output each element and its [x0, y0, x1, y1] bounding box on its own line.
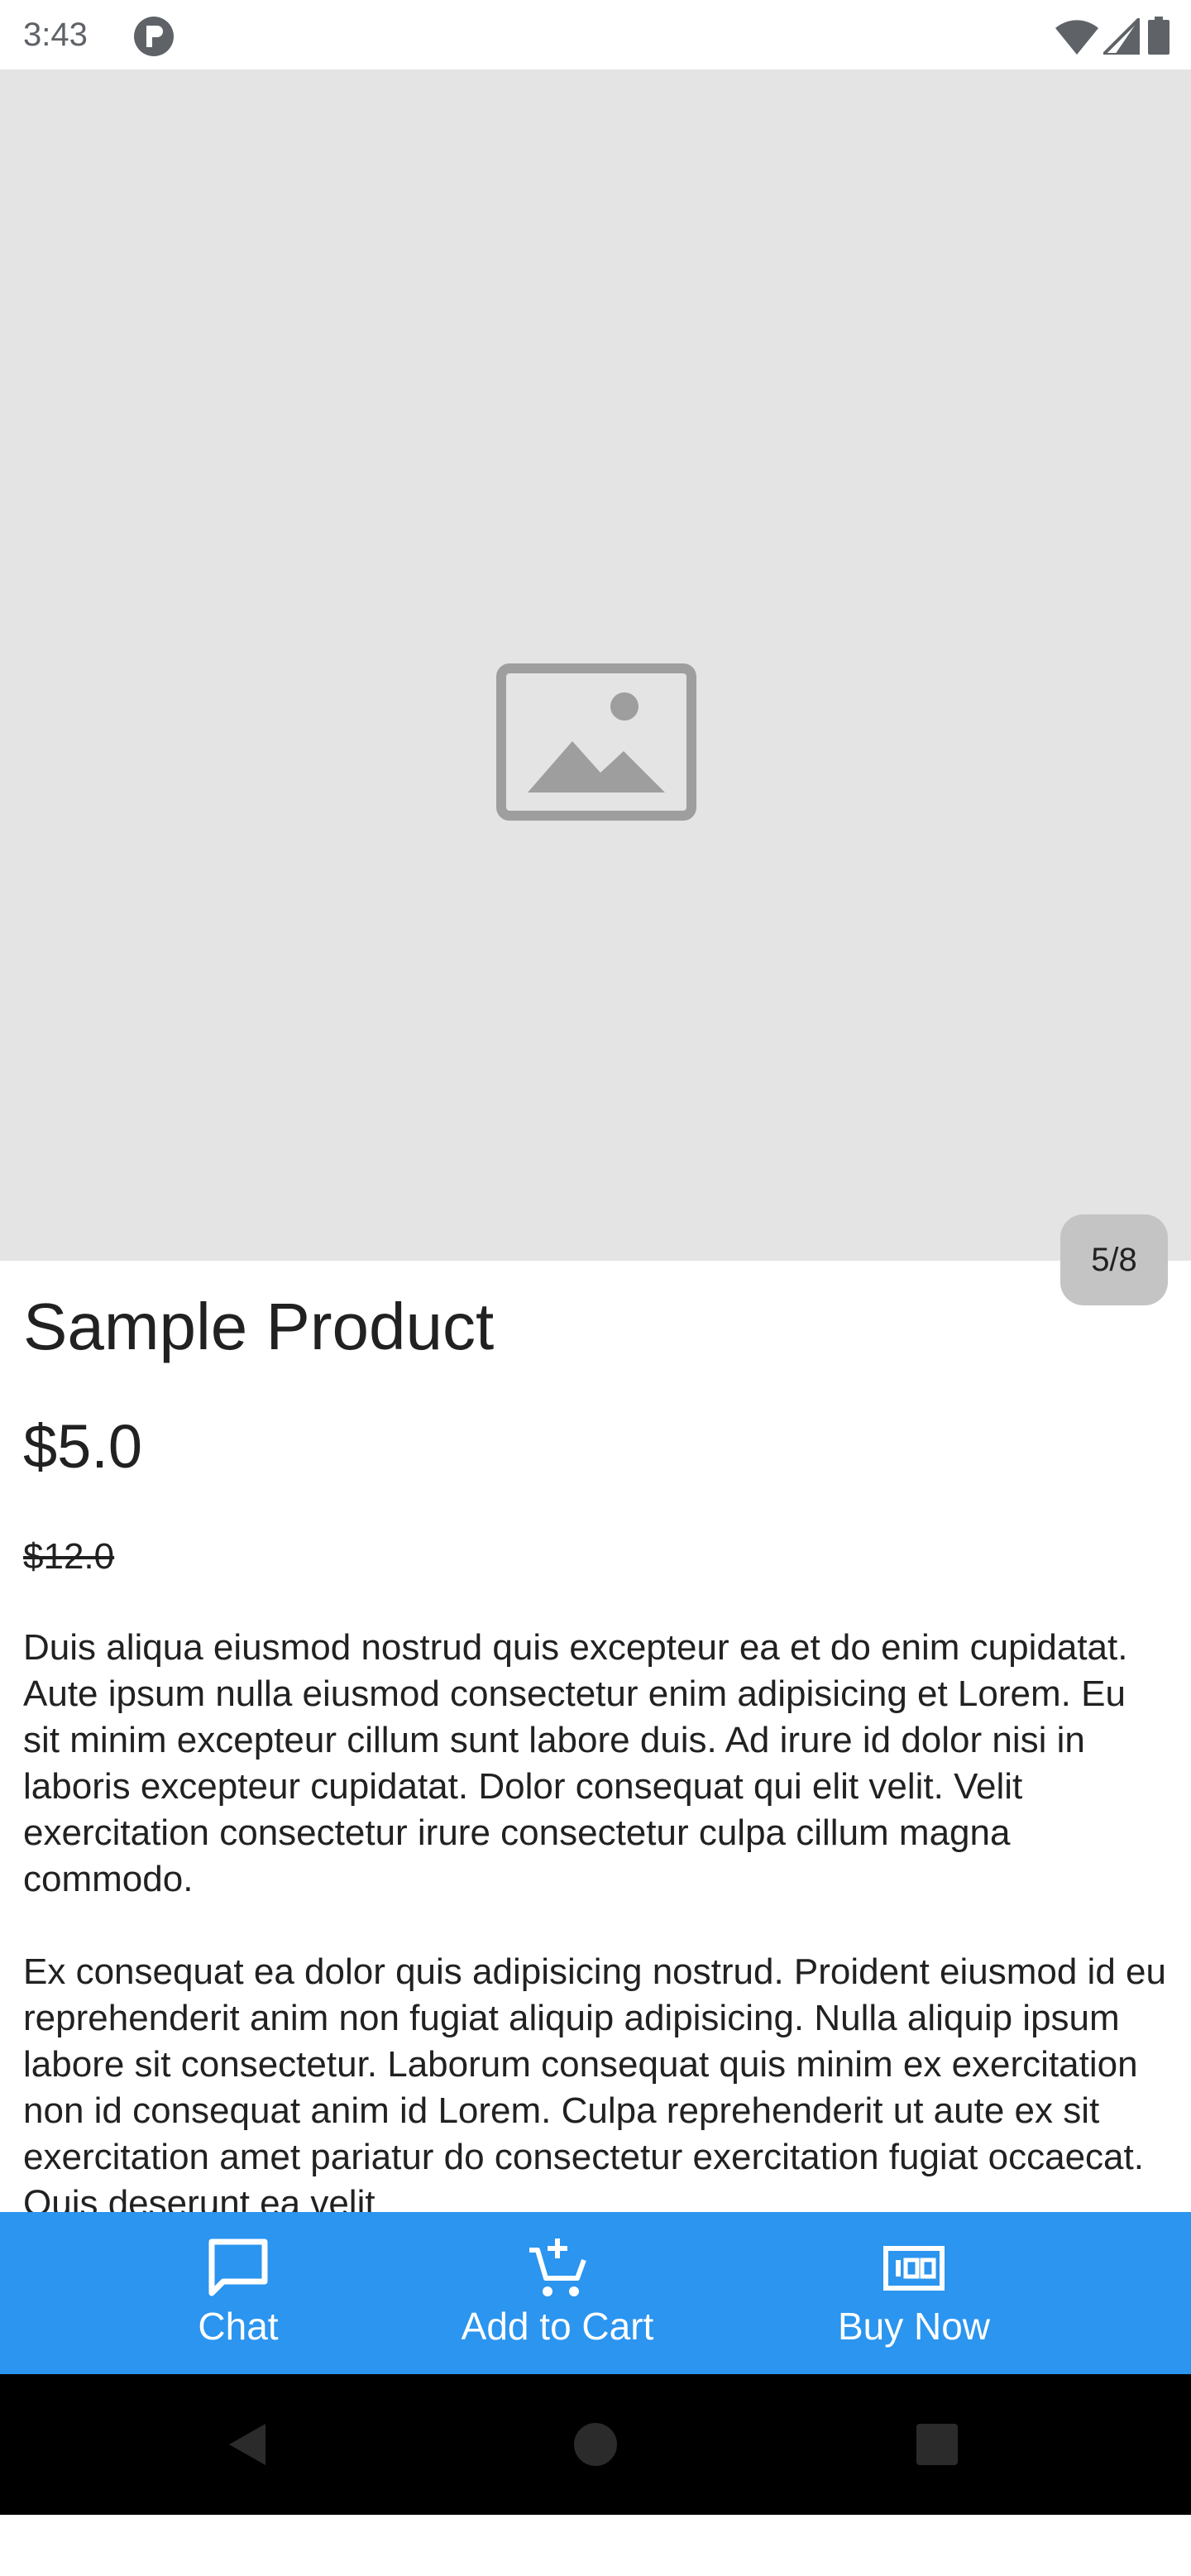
description-paragraph: Ex consequat ea dolor quis adipisicing n…: [23, 1951, 1166, 2224]
back-icon[interactable]: [219, 2416, 277, 2473]
wifi-icon: [1055, 20, 1098, 55]
product-original-price: $12.0: [23, 1536, 115, 1577]
money-icon: [883, 2246, 945, 2291]
home-icon[interactable]: [567, 2416, 624, 2473]
chat-button[interactable]: Chat: [155, 2212, 321, 2374]
product-image-gallery[interactable]: 5/8: [0, 69, 1191, 1305]
status-bar: 3:43: [0, 0, 1191, 69]
system-navigation-bar: [0, 2374, 1191, 2515]
signal-icon: [1103, 18, 1140, 55]
image-placeholder-icon: [496, 663, 696, 821]
chat-bubble-icon: [208, 2238, 268, 2296]
page-indicator: 5/8: [1060, 1214, 1168, 1305]
buy-now-button[interactable]: Buy Now: [802, 2212, 1026, 2374]
add-to-cart-label: Add to Cart: [461, 2305, 654, 2348]
add-shopping-cart-icon: [529, 2238, 586, 2296]
product-title: Sample Product: [23, 1290, 495, 1363]
product-price: $5.0: [23, 1412, 143, 1481]
add-to-cart-button[interactable]: Add to Cart: [425, 2212, 690, 2374]
bottom-action-bar: Chat Add to Cart Buy Now: [0, 2212, 1191, 2374]
buy-now-label: Buy Now: [837, 2305, 991, 2348]
chat-label: Chat: [198, 2305, 279, 2348]
battery-icon: [1148, 17, 1169, 55]
status-icons: [1024, 15, 1173, 55]
status-time: 3:43: [23, 17, 88, 53]
description-paragraph: Duis aliqua eiusmod nostrud quis excepte…: [23, 1627, 1128, 1899]
recents-icon[interactable]: [908, 2416, 966, 2473]
app-notification-icon: [134, 17, 174, 56]
